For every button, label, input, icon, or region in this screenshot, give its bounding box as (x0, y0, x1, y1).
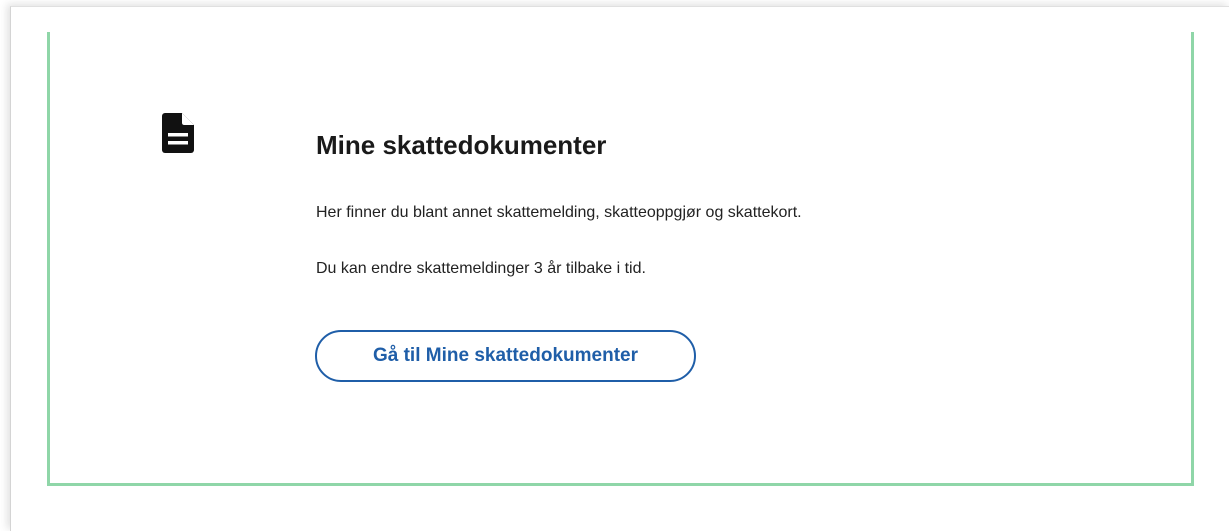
tax-documents-card (47, 32, 1194, 486)
card-title: Mine skattedokumenter (316, 130, 607, 160)
card-description-primary: Her finner du blant annet skattemelding,… (316, 204, 802, 221)
document-icon (162, 113, 194, 153)
go-to-tax-documents-button[interactable]: Gå til Mine skattedokumenter (315, 330, 696, 382)
card-description-secondary: Du kan endre skattemeldinger 3 år tilbak… (316, 260, 646, 277)
